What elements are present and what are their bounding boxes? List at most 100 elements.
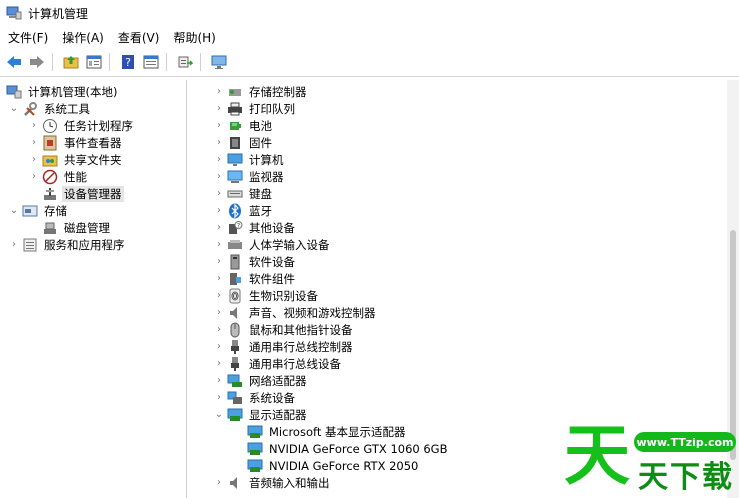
chevron-right-icon[interactable]: › (213, 137, 225, 149)
device-category[interactable]: › 通用串行总线控制器 (213, 338, 355, 355)
chevron-right-icon[interactable]: › (213, 375, 225, 387)
chevron-right-icon[interactable]: › (213, 171, 225, 183)
display-adapter-icon (227, 408, 243, 421)
chevron-right-icon[interactable]: › (213, 273, 225, 285)
device-category[interactable]: › 软件设备 (213, 253, 297, 270)
tree-item-label: 计算机管理(本地) (28, 84, 118, 99)
watermark: 天 www.TTzip.com 天下载 (560, 417, 739, 498)
show-hide-tree-icon (86, 55, 102, 69)
tree-item-device-manager[interactable]: 设备管理器 (40, 185, 124, 202)
device-category[interactable]: › 通用串行总线设备 (213, 355, 343, 372)
chevron-right-icon[interactable]: › (213, 256, 225, 268)
export-list-button[interactable] (175, 52, 195, 72)
chevron-right-icon[interactable]: › (213, 290, 225, 302)
device-category[interactable]: › 网络适配器 (213, 372, 309, 389)
help-button[interactable]: ? (118, 52, 138, 72)
chevron-down-icon[interactable]: ⌄ (213, 409, 225, 421)
chevron-right-icon[interactable]: › (213, 239, 225, 251)
device-category[interactable]: › 监视器 (213, 168, 286, 185)
device-category-label: 软件设备 (249, 254, 295, 269)
device-category[interactable]: › 计算机 (213, 151, 286, 168)
device-category[interactable]: › 固件 (213, 134, 274, 151)
printer-icon (228, 102, 242, 115)
device-item[interactable]: NVIDIA GeForce RTX 2050 (245, 457, 420, 474)
chevron-right-icon[interactable]: › (213, 205, 225, 217)
device-category-display-adapters[interactable]: ⌄ 显示适配器 (213, 406, 309, 423)
device-category[interactable]: › 鼠标和其他指针设备 (213, 321, 355, 338)
device-category[interactable]: › 音频输入和输出 (213, 474, 332, 491)
window-title: 计算机管理 (28, 6, 89, 21)
computer-management-icon (6, 6, 22, 20)
tree-item-root[interactable]: 计算机管理(本地) (6, 83, 119, 100)
tree-item-shared-folders[interactable]: › 共享文件夹 (28, 151, 124, 168)
chevron-right-icon[interactable]: › (213, 188, 225, 200)
tree-item-event-viewer[interactable]: › 事件查看器 (28, 134, 124, 151)
svg-text:?: ? (237, 222, 240, 229)
device-category[interactable]: › 蓝牙 (213, 202, 274, 219)
storage-controller-icon (229, 88, 241, 96)
chevron-right-icon[interactable]: › (213, 222, 225, 234)
tree-item-label: 任务计划程序 (64, 118, 133, 133)
tree-item-system-tools[interactable]: ⌄ 系统工具 (8, 100, 92, 117)
tree-item-disk-management[interactable]: 磁盘管理 (40, 219, 112, 236)
menu-view[interactable]: 查看(V) (111, 29, 167, 46)
chevron-right-icon[interactable]: › (213, 392, 225, 404)
forward-button[interactable] (27, 52, 47, 72)
tree-item-task-scheduler[interactable]: › 任务计划程序 (28, 117, 135, 134)
chevron-right-icon[interactable]: › (213, 341, 225, 353)
up-level-button[interactable] (61, 52, 81, 72)
tree-item-services-apps[interactable]: › 服务和应用程序 (8, 236, 127, 253)
device-category-label: 电池 (249, 118, 272, 133)
monitor-icon (227, 170, 243, 183)
device-category[interactable]: › 电池 (213, 117, 274, 134)
toolbar: ? (0, 48, 739, 77)
device-item-label: Microsoft 基本显示适配器 (269, 424, 406, 439)
chevron-right-icon[interactable]: › (28, 171, 40, 183)
computer-management-icon (6, 85, 22, 98)
menu-file[interactable]: 文件(F) (0, 29, 55, 46)
device-category[interactable]: › 系统设备 (213, 389, 297, 406)
device-category[interactable]: › 键盘 (213, 185, 274, 202)
menu-help[interactable]: 帮助(H) (166, 29, 222, 46)
chevron-right-icon[interactable]: › (8, 239, 20, 251)
chevron-down-icon[interactable]: ⌄ (8, 205, 20, 217)
chevron-right-icon[interactable]: › (28, 120, 40, 132)
scan-hardware-button[interactable] (209, 52, 229, 72)
tree-item-performance[interactable]: › 性能 (28, 168, 89, 185)
chevron-right-icon[interactable]: › (213, 154, 225, 166)
device-category[interactable]: › 人体学输入设备 (213, 236, 332, 253)
fingerprint-icon (229, 288, 241, 303)
menu-action[interactable]: 操作(A) (55, 29, 111, 46)
show-hide-tree-button[interactable] (84, 52, 104, 72)
device-item[interactable]: NVIDIA GeForce GTX 1060 6GB (245, 440, 450, 457)
chevron-right-icon[interactable]: › (213, 103, 225, 115)
usb-icon (231, 339, 239, 354)
chevron-down-icon[interactable]: ⌄ (8, 103, 20, 115)
chevron-right-icon[interactable]: › (213, 358, 225, 370)
chevron-right-icon[interactable]: › (213, 307, 225, 319)
chevron-right-icon[interactable]: › (28, 137, 40, 149)
device-category[interactable]: › 打印队列 (213, 100, 297, 117)
properties-icon (143, 55, 159, 69)
chevron-right-icon[interactable]: › (213, 324, 225, 336)
back-button[interactable] (4, 52, 24, 72)
tree-item-storage[interactable]: ⌄ 存储 (8, 202, 69, 219)
device-item[interactable]: Microsoft 基本显示适配器 (245, 423, 408, 440)
properties-button[interactable] (141, 52, 161, 72)
export-list-icon (178, 56, 193, 68)
toolbar-separator (52, 53, 53, 71)
chevron-right-icon[interactable]: › (28, 154, 40, 166)
device-manager-icon (44, 187, 56, 200)
chevron-right-icon[interactable]: › (213, 477, 225, 489)
device-category[interactable]: › 软件组件 (213, 270, 297, 287)
device-category-label: 计算机 (249, 152, 284, 167)
device-category[interactable]: › 声音、视频和游戏控制器 (213, 304, 378, 321)
device-category[interactable]: › 存储控制器 (213, 83, 309, 100)
tree-item-label: 存储 (44, 203, 67, 218)
device-category-label: 存储控制器 (249, 84, 307, 99)
chevron-right-icon[interactable]: › (213, 86, 225, 98)
chevron-right-icon[interactable]: › (213, 120, 225, 132)
device-category-label: 系统设备 (249, 390, 295, 405)
device-category[interactable]: › ? 其他设备 (213, 219, 297, 236)
device-category[interactable]: › 生物识别设备 (213, 287, 320, 304)
